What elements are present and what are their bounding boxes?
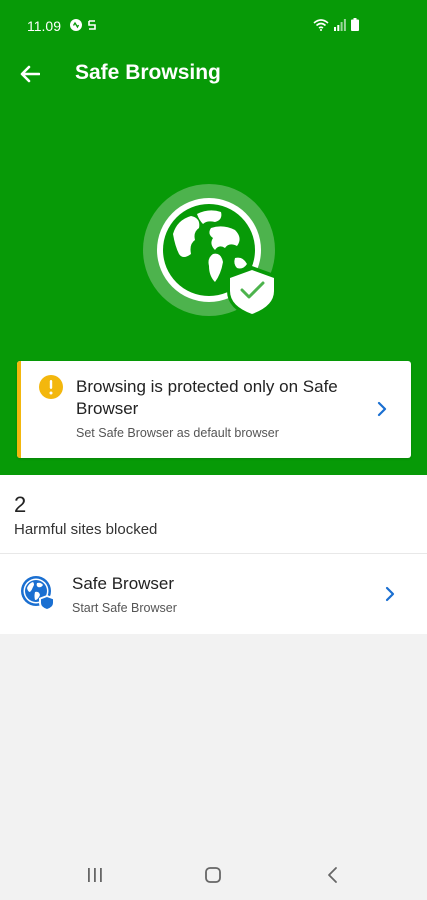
back-arrow-icon <box>20 65 40 83</box>
chevron-right-icon <box>385 586 395 602</box>
notification-dot-icon <box>70 19 82 31</box>
page-title: Safe Browsing <box>75 61 221 84</box>
safe-browser-title: Safe Browser <box>72 574 175 593</box>
screen: 11.09 Safe Browsing Browsing is protecte… <box>0 0 427 900</box>
status-right-icons <box>313 18 359 31</box>
system-back-button[interactable] <box>320 864 346 886</box>
back-button[interactable] <box>14 58 46 90</box>
chevron-right-icon <box>377 401 387 417</box>
wifi-icon <box>313 18 329 31</box>
status-left-icons <box>70 19 97 31</box>
recents-button[interactable] <box>82 864 108 886</box>
warning-icon <box>39 375 63 399</box>
blocked-stats: 2 Harmful sites blocked <box>0 475 427 553</box>
safe-browser-subtitle: Start Safe Browser <box>72 601 177 615</box>
safe-browser-row[interactable]: Safe Browser Start Safe Browser <box>0 554 427 634</box>
globe-shield-check-icon <box>143 184 279 320</box>
safe-browser-globe-icon <box>21 576 55 611</box>
back-icon <box>328 867 337 883</box>
home-button[interactable] <box>200 864 226 886</box>
warning-stripe <box>17 361 21 458</box>
status-bar: 11.09 <box>0 0 427 52</box>
warning-subtitle: Set Safe Browser as default browser <box>76 426 279 440</box>
signal-icon <box>334 18 346 31</box>
home-icon <box>205 867 221 883</box>
default-browser-warning-card[interactable]: Browsing is protected only on Safe Brows… <box>17 361 411 458</box>
blocked-label: Harmful sites blocked <box>14 521 158 538</box>
app-notification-icon <box>88 20 96 30</box>
status-time: 11.09 <box>27 18 61 34</box>
recents-icon <box>88 868 102 882</box>
blocked-count: 2 <box>14 492 27 517</box>
warning-title: Browsing is protected only on Safe Brows… <box>76 377 338 418</box>
system-nav-bar <box>0 848 427 900</box>
battery-icon <box>351 18 359 31</box>
